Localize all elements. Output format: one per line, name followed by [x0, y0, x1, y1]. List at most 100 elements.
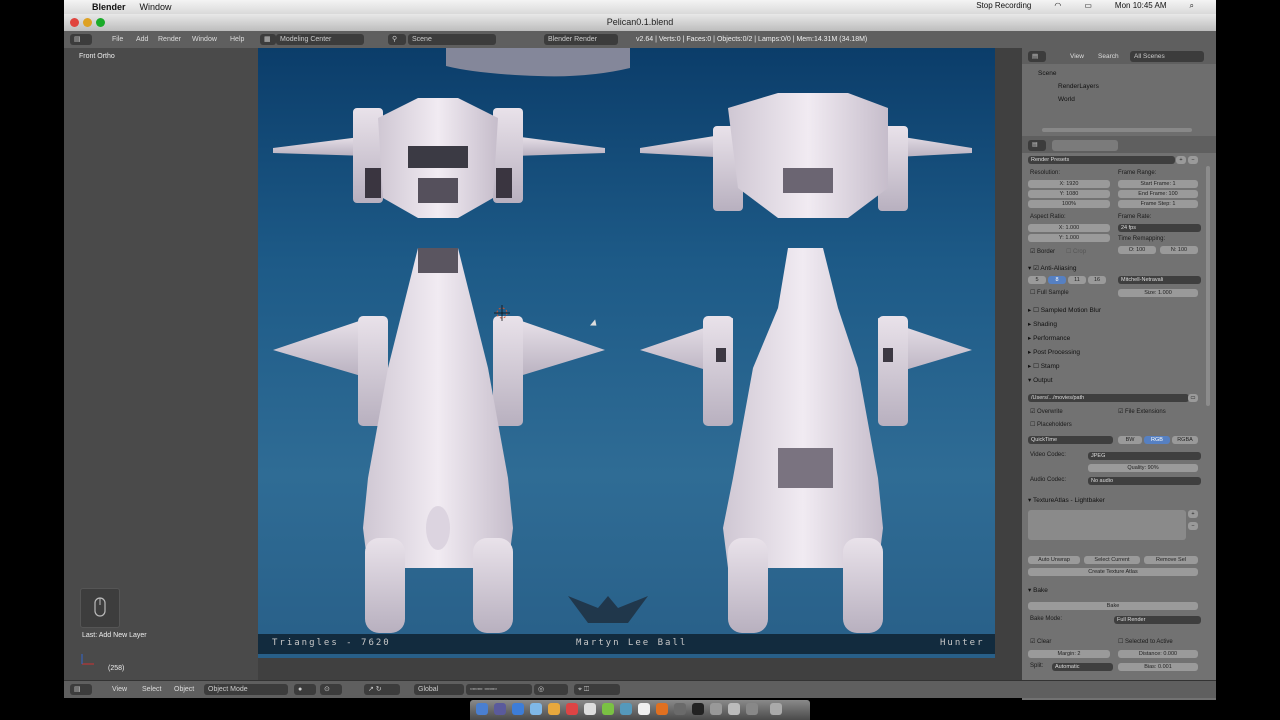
outliner-view-menu[interactable]: View: [1070, 51, 1084, 62]
viewport-shading-icon[interactable]: ●: [294, 684, 316, 695]
selected-to-active-checkbox[interactable]: ☐ Selected to Active: [1118, 638, 1173, 645]
properties-editor-icon[interactable]: ▤: [1028, 140, 1046, 151]
zoom-window-button[interactable]: [96, 18, 105, 27]
clock[interactable]: Mon 10:45 AM: [1115, 1, 1167, 11]
downloads-icon[interactable]: [746, 703, 758, 715]
color-mode-rgba[interactable]: RGBA: [1172, 436, 1198, 444]
add-preset-button[interactable]: +: [1176, 156, 1186, 164]
transform-orientation-select[interactable]: Global: [414, 684, 464, 695]
battery-icon[interactable]: ▭: [1084, 1, 1092, 11]
screen-layout-icon[interactable]: ▦: [260, 34, 276, 45]
menu-help[interactable]: Help: [230, 34, 244, 45]
remove-sel-button[interactable]: Remove Sel: [1144, 556, 1198, 564]
trash-icon[interactable]: [770, 703, 782, 715]
photos-icon[interactable]: [638, 703, 650, 715]
menu-window[interactable]: Window: [192, 34, 217, 45]
quality-slider[interactable]: Quality: 90%: [1088, 464, 1198, 472]
panel-shading[interactable]: ▸ Shading: [1028, 320, 1057, 328]
filter-size-field[interactable]: Size: 1.000: [1118, 289, 1198, 297]
blender-icon[interactable]: [656, 703, 668, 715]
outliner-item-renderlayers[interactable]: RenderLayers: [1058, 83, 1099, 90]
window-menu[interactable]: Window: [140, 2, 172, 12]
interaction-mode-select[interactable]: Object Mode: [204, 684, 288, 695]
editor-type-button[interactable]: ▤: [70, 34, 92, 45]
bias-field[interactable]: Bias: 0.001: [1118, 663, 1198, 671]
create-texture-atlas-button[interactable]: Create Texture Atlas: [1028, 568, 1198, 576]
panel-performance[interactable]: ▸ Performance: [1028, 334, 1070, 342]
panel-bake[interactable]: ▾ Bake: [1028, 586, 1048, 594]
documents-icon[interactable]: [728, 703, 740, 715]
end-frame-field[interactable]: End Frame: 100: [1118, 190, 1198, 198]
menu-render[interactable]: Render: [158, 34, 181, 45]
scene-select[interactable]: Scene: [408, 34, 496, 45]
finder-icon[interactable]: [476, 703, 488, 715]
color-mode-bw[interactable]: BW: [1118, 436, 1142, 444]
aspect-y-field[interactable]: Y: 1.000: [1028, 234, 1110, 242]
minimize-window-button[interactable]: [83, 18, 92, 27]
mail-icon[interactable]: [530, 703, 542, 715]
panel-stamp[interactable]: ▸ ☐ Stamp: [1028, 362, 1060, 370]
terminal-icon[interactable]: [692, 703, 704, 715]
outliner-scrollbar[interactable]: [1042, 128, 1192, 132]
screen-layout-select[interactable]: Modeling Center: [276, 34, 364, 45]
render-presets-select[interactable]: Render Presets: [1028, 156, 1175, 164]
panel-texture-atlas[interactable]: ▾ TextureAtlas - Lightbaker: [1028, 496, 1105, 504]
aa-samples-8[interactable]: 8: [1048, 276, 1066, 284]
outliner-editor-icon[interactable]: ▤: [1028, 51, 1046, 62]
manipulator-icons[interactable]: ↗ ↻: [364, 684, 400, 695]
footer-object-menu[interactable]: Object: [174, 684, 194, 695]
footer-select-menu[interactable]: Select: [142, 684, 161, 695]
frame-step-field[interactable]: Frame Step: 1: [1118, 200, 1198, 208]
panel-post-processing[interactable]: ▸ Post Processing: [1028, 348, 1080, 356]
aspect-x-field[interactable]: X: 1.000: [1028, 224, 1110, 232]
menu-file[interactable]: File: [112, 34, 123, 45]
aa-filter-select[interactable]: Mitchell-Netravali: [1118, 276, 1201, 284]
file-extensions-checkbox[interactable]: ☑ File Extensions: [1118, 408, 1166, 415]
render-engine-select[interactable]: Blender Render: [544, 34, 618, 45]
video-codec-select[interactable]: JPEG: [1088, 452, 1201, 460]
properties-scrollbar[interactable]: [1206, 166, 1210, 406]
outliner-search-menu[interactable]: Search: [1098, 51, 1119, 62]
remove-preset-button[interactable]: −: [1188, 156, 1198, 164]
calendar-icon[interactable]: [566, 703, 578, 715]
outliner-item-scene[interactable]: Scene: [1038, 70, 1056, 77]
bake-button[interactable]: Bake: [1028, 602, 1198, 610]
resolution-percent-field[interactable]: 100%: [1028, 200, 1110, 208]
anti-aliasing-panel[interactable]: ▾ ☑ Anti-Aliasing: [1028, 264, 1076, 272]
aa-samples-16[interactable]: 16: [1088, 276, 1106, 284]
margin-field[interactable]: Margin: 2: [1028, 650, 1110, 658]
facetime-icon[interactable]: [620, 703, 632, 715]
clear-checkbox[interactable]: ☑ Clear: [1030, 638, 1051, 645]
panel-output[interactable]: ▾ Output: [1028, 376, 1053, 384]
preferences-icon[interactable]: [674, 703, 686, 715]
file-format-select[interactable]: QuickTime: [1028, 436, 1113, 444]
distance-field[interactable]: Distance: 0.000: [1118, 650, 1198, 658]
messages-icon[interactable]: [602, 703, 614, 715]
proportional-edit-icon[interactable]: ◎: [534, 684, 568, 695]
3d-viewport[interactable]: Triangles - 7620 Martyn Lee Ball Hunter: [258, 48, 1022, 680]
add-atlas-button[interactable]: +: [1188, 510, 1198, 518]
crop-checkbox[interactable]: ☐ Crop: [1066, 248, 1086, 255]
outliner-item-world[interactable]: World: [1058, 96, 1075, 103]
color-mode-rgb[interactable]: RGB: [1144, 436, 1170, 444]
select-current-button[interactable]: Select Current: [1084, 556, 1140, 564]
notes-icon[interactable]: [584, 703, 596, 715]
contacts-icon[interactable]: [548, 703, 560, 715]
aa-samples-5[interactable]: 5: [1028, 276, 1046, 284]
app-menu[interactable]: Blender: [92, 2, 126, 12]
output-path-field[interactable]: /Users/.../movies/path: [1028, 394, 1189, 402]
overwrite-checkbox[interactable]: ☑ Overwrite: [1030, 408, 1063, 415]
launchpad-icon[interactable]: [494, 703, 506, 715]
full-sample-checkbox[interactable]: ☐ Full Sample: [1030, 289, 1069, 296]
remap-new-field[interactable]: N: 100: [1160, 246, 1198, 254]
remove-atlas-button[interactable]: −: [1188, 522, 1198, 530]
placeholders-checkbox[interactable]: ☐ Placeholders: [1030, 421, 1072, 428]
wifi-icon[interactable]: ◠: [1054, 1, 1061, 11]
snap-icons[interactable]: ⌖ ◫: [574, 684, 620, 695]
scene-icon[interactable]: ⚲: [388, 34, 406, 45]
outliner-filter-select[interactable]: All Scenes: [1130, 51, 1204, 62]
auto-unwrap-button[interactable]: Auto Unwrap: [1028, 556, 1080, 564]
pivot-point-icon[interactable]: ⊙: [320, 684, 342, 695]
safari-icon[interactable]: [512, 703, 524, 715]
footer-view-menu[interactable]: View: [112, 684, 127, 695]
